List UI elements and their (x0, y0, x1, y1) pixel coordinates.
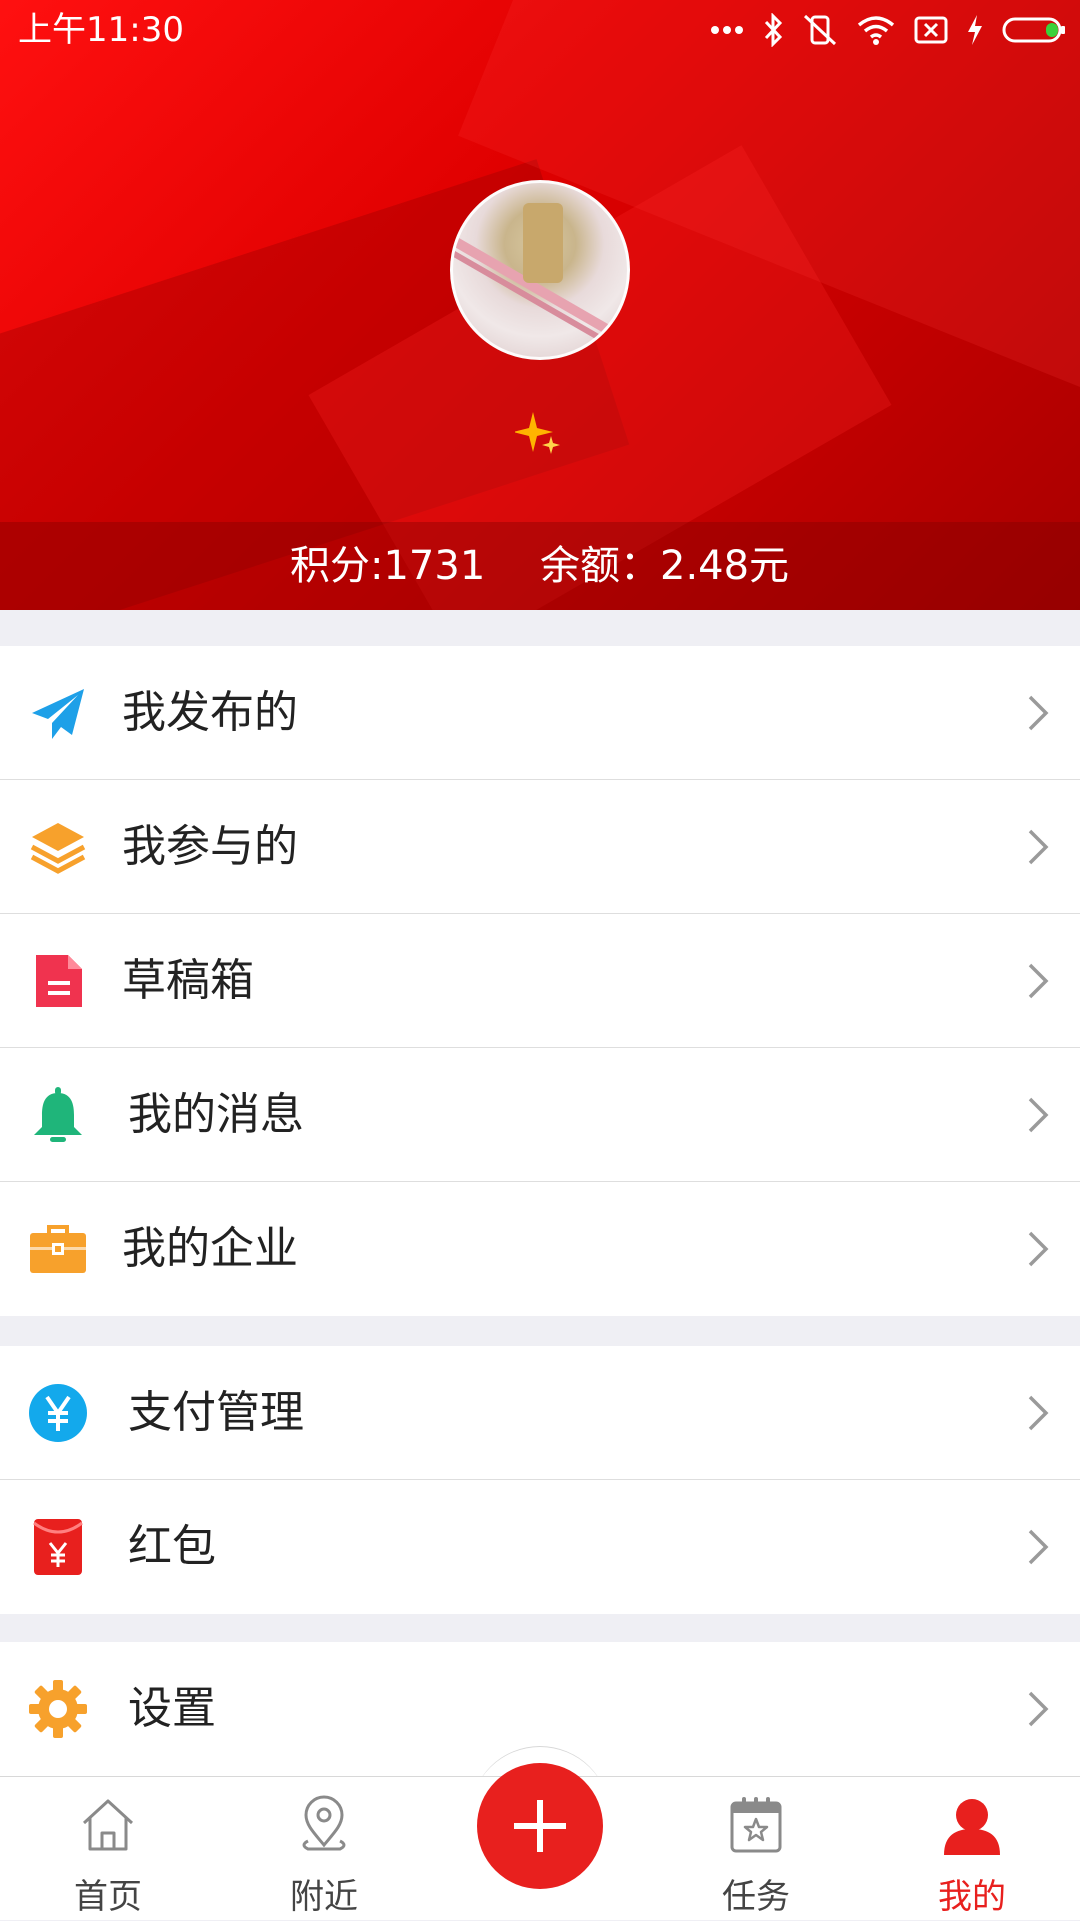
yuan-icon (29, 1384, 87, 1442)
menu-label: 我的企业 (122, 1223, 298, 1274)
chevron-right-icon (1028, 695, 1049, 731)
chevron-right-icon (1028, 963, 1049, 999)
red-envelope-icon (33, 1519, 83, 1575)
menu-label: 我发布的 (122, 687, 298, 738)
menu-label: 草稿箱 (122, 955, 254, 1006)
bell-icon (34, 1087, 82, 1142)
briefcase-icon (30, 1225, 86, 1273)
stats-bar: 积分:1731 余额：2.48元 (0, 522, 1080, 610)
avatar[interactable] (450, 180, 630, 360)
menu-label: 红包 (128, 1521, 216, 1572)
chevron-right-icon (1028, 829, 1049, 865)
add-button[interactable] (477, 1763, 603, 1889)
menu-group-main: 我发布的 我参与的 草稿箱 我的消息 我的企业 (0, 646, 1080, 1316)
menu-item-published[interactable]: 我发布的 (0, 646, 1080, 780)
tab-label: 首页 (74, 1877, 142, 1917)
layers-icon (30, 823, 86, 874)
vibrate-off-icon (803, 14, 837, 46)
menu-item-red-envelope[interactable]: 红包 (0, 1480, 1080, 1614)
chevron-right-icon (1028, 1691, 1049, 1727)
battery-icon (1002, 17, 1065, 43)
tab-mine[interactable]: 我的 (902, 1777, 1042, 1921)
sim-off-icon (914, 16, 948, 44)
status-time: 上午11:30 (18, 10, 184, 50)
paper-plane-icon (32, 689, 84, 739)
chevron-right-icon (1028, 1395, 1049, 1431)
sparkle-icon (515, 412, 560, 454)
tab-tasks[interactable]: 任务 (686, 1777, 826, 1921)
chevron-right-icon (1028, 1231, 1049, 1267)
charging-icon (968, 15, 982, 45)
bluetooth-icon (764, 13, 783, 47)
menu-item-participated[interactable]: 我参与的 (0, 780, 1080, 914)
profile-header: 上午11:30 积分:1731 余额：2.48元 (0, 0, 1080, 610)
menu-label: 我参与的 (122, 821, 298, 872)
home-icon (82, 1799, 134, 1851)
menu-group-payment: 支付管理 红包 (0, 1346, 1080, 1614)
user-icon (944, 1799, 1000, 1855)
gear-icon (29, 1680, 87, 1738)
points-text: 积分:1731 (290, 543, 486, 589)
menu-label: 设置 (128, 1683, 216, 1734)
more-dots-icon (711, 26, 743, 34)
menu-item-drafts[interactable]: 草稿箱 (0, 914, 1080, 1048)
add-icon (514, 1800, 566, 1852)
balance-text: 余额：2.48元 (540, 543, 790, 589)
calendar-star-icon (730, 1797, 782, 1853)
location-pin-icon (302, 1795, 346, 1851)
menu-label: 支付管理 (128, 1387, 304, 1438)
tab-label: 任务 (722, 1877, 790, 1917)
document-icon (36, 955, 82, 1007)
menu-item-payment[interactable]: 支付管理 (0, 1346, 1080, 1480)
menu-item-messages[interactable]: 我的消息 (0, 1048, 1080, 1182)
menu-item-enterprise[interactable]: 我的企业 (0, 1182, 1080, 1316)
tab-label: 附近 (290, 1877, 358, 1917)
tab-home[interactable]: 首页 (38, 1777, 178, 1921)
tab-nearby[interactable]: 附近 (254, 1777, 394, 1921)
status-bar: 上午11:30 (0, 0, 1080, 60)
chevron-right-icon (1028, 1097, 1049, 1133)
tab-label: 我的 (938, 1877, 1006, 1917)
menu-label: 我的消息 (128, 1089, 304, 1140)
avatar-detail (523, 203, 563, 283)
status-icons (710, 0, 1066, 60)
wifi-icon (857, 16, 895, 45)
chevron-right-icon (1028, 1529, 1049, 1565)
